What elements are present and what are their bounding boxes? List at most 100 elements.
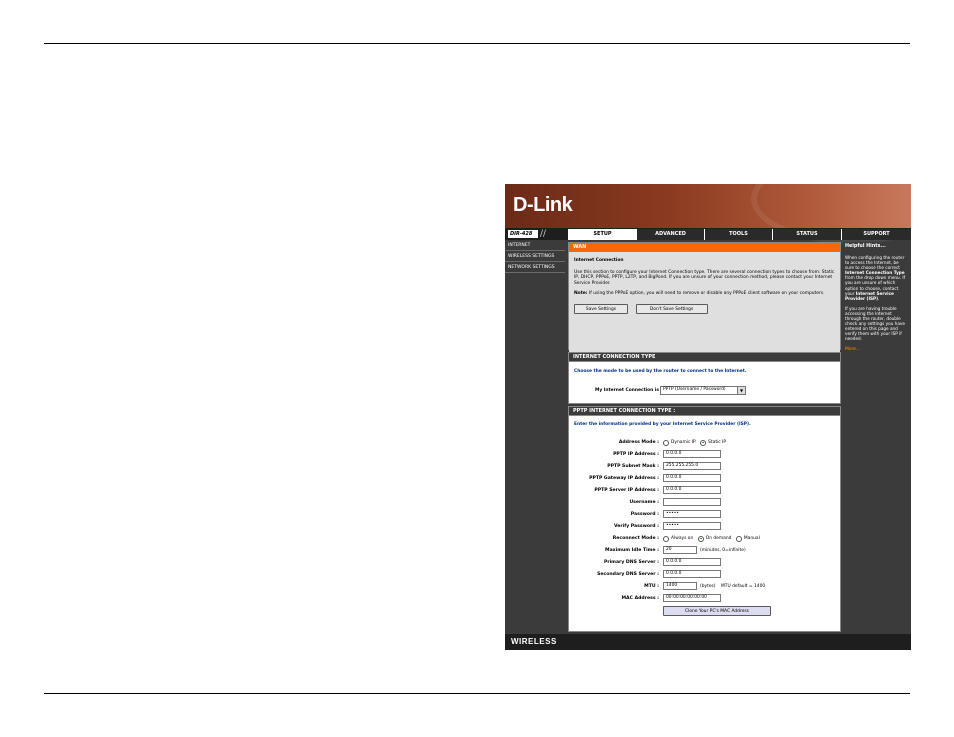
tab-tools[interactable]: TOOLS <box>704 229 772 240</box>
ip-input[interactable]: 0.0.0.0 <box>663 450 721 458</box>
mask-label: PPTP Subnet Mask : <box>607 464 659 469</box>
username-input[interactable] <box>663 498 721 506</box>
static-ip-label: Static IP <box>708 440 727 445</box>
footer-label: WIRELESS <box>511 637 557 646</box>
mtu-label: MTU : <box>644 584 659 589</box>
pptp-section: PPTP INTERNET CONNECTION TYPE : Enter th… <box>568 406 841 632</box>
idle-row: Maximum Idle Time : 20 (minutes, 0=infin… <box>569 546 842 555</box>
sidebar-item-internet[interactable]: INTERNET <box>505 240 565 251</box>
helpful-hints-panel: Helpful Hints... When configuring the ro… <box>843 242 911 632</box>
verify-input[interactable]: ••••• <box>663 522 721 530</box>
gateway-row: PPTP Gateway IP Address : 0.0.0.0 <box>569 474 842 483</box>
ip-row: PPTP IP Address : 0.0.0.0 <box>569 450 842 459</box>
router-ui-screenshot: D-Link DIR-428 // SETUP ADVANCED TOOLS S… <box>505 184 911 650</box>
pptp-title: PPTP INTERNET CONNECTION TYPE : <box>569 407 840 416</box>
banner: D-Link <box>505 184 911 244</box>
hints-text: . <box>878 295 880 301</box>
mtu-row: MTU : 1400 (bytes) MTU default = 1400 <box>569 582 842 591</box>
mask-row: PPTP Subnet Mask : 255.255.255.0 <box>569 462 842 471</box>
dynamic-ip-radio[interactable] <box>663 439 669 446</box>
mtu-unit: (bytes) <box>700 584 716 589</box>
always-on-radio[interactable] <box>663 535 669 542</box>
server-row: PPTP Server IP Address : 0.0.0.0 <box>569 486 842 495</box>
hints-text: When configuring the router to access th… <box>845 255 905 271</box>
connection-type-section: INTERNET CONNECTION TYPE Choose the mode… <box>568 352 841 404</box>
chevron-down-icon[interactable]: ▼ <box>737 387 745 394</box>
bottom-rule <box>44 693 910 694</box>
idle-unit: (minutes, 0=infinite) <box>700 548 746 553</box>
server-label: PPTP Server IP Address : <box>594 488 659 493</box>
mtu-input[interactable]: 1400 <box>663 582 697 590</box>
model-label: DIR-428 <box>508 230 538 238</box>
dns2-input[interactable]: 0.0.0.0 <box>663 570 721 578</box>
reconnect-options: Always on On demand Manual <box>663 534 763 544</box>
hints-paragraph-2: If you are having trouble accessing the … <box>845 305 905 342</box>
mac-row: MAC Address : 00:00:00:00:00:00 <box>569 594 842 603</box>
dns1-label: Primary DNS Server : <box>603 560 659 565</box>
manual-radio[interactable] <box>735 535 742 542</box>
reconnect-row: Reconnect Mode : Always on On demand Man… <box>569 534 842 543</box>
hints-title: Helpful Hints... <box>845 244 886 249</box>
password-label: Password : <box>630 512 659 517</box>
address-mode-options: Dynamic IP Static IP <box>663 438 729 448</box>
on-demand-label: On demand <box>705 536 732 541</box>
verify-row: Verify Password : ••••• <box>569 522 842 531</box>
on-demand-radio[interactable] <box>697 535 704 542</box>
mask-input[interactable]: 255.255.255.0 <box>663 462 721 470</box>
wan-note-text: If using the PPPoE option, you will need… <box>587 291 825 297</box>
wan-description: Use this section to configure your Inter… <box>574 269 835 286</box>
always-on-label: Always on <box>671 536 694 541</box>
connection-type-prompt: Choose the mode to be used by the router… <box>574 369 747 374</box>
save-settings-button[interactable]: Save Settings <box>574 303 628 314</box>
clone-mac-button[interactable]: Clone Your PC's MAC Address <box>663 606 771 616</box>
wan-section: WAN Internet Connection Use this section… <box>568 242 841 358</box>
dlink-logo: D-Link <box>513 194 573 216</box>
mac-label: MAC Address : <box>621 596 659 601</box>
top-rule <box>44 43 910 44</box>
dns2-label: Secondary DNS Server : <box>597 572 659 577</box>
username-label: Username : <box>629 500 659 505</box>
reconnect-label: Reconnect Mode : <box>612 536 659 541</box>
sidebar-item-network-settings[interactable]: NETWORK SETTINGS <box>505 262 565 273</box>
server-input[interactable]: 0.0.0.0 <box>663 486 721 494</box>
connection-type-title: INTERNET CONNECTION TYPE <box>569 353 840 362</box>
dns1-input[interactable]: 0.0.0.0 <box>663 558 721 566</box>
tab-status[interactable]: STATUS <box>772 229 841 240</box>
dns1-row: Primary DNS Server : 0.0.0.0 <box>569 558 842 567</box>
main-content: WAN Internet Connection Use this section… <box>568 242 841 632</box>
idle-input[interactable]: 20 <box>663 546 697 554</box>
mtu-default: MTU default = 1400 <box>721 584 766 589</box>
password-input[interactable]: ••••• <box>663 510 721 518</box>
username-row: Username : <box>569 498 842 507</box>
sidebar: INTERNET WIRELESS SETTINGS NETWORK SETTI… <box>505 240 565 634</box>
password-row: Password : ••••• <box>569 510 842 519</box>
dynamic-ip-label: Dynamic IP <box>671 440 696 445</box>
gateway-label: PPTP Gateway IP Address : <box>589 476 659 481</box>
static-ip-radio[interactable] <box>700 439 707 446</box>
manual-label: Manual <box>743 536 760 541</box>
wan-body: Internet Connection Use this section to … <box>569 252 840 358</box>
footer-bar: WIRELESS <box>505 634 911 650</box>
nav-bar: DIR-428 // SETUP ADVANCED TOOLS STATUS S… <box>505 228 911 240</box>
verify-label: Verify Password : <box>613 524 659 529</box>
mac-input[interactable]: 00:00:00:00:00:00 <box>663 594 721 602</box>
tab-setup[interactable]: SETUP <box>568 229 636 240</box>
connection-type-selected: PPTP (Username / Password) <box>663 387 726 392</box>
tab-advanced[interactable]: ADVANCED <box>636 229 704 240</box>
gateway-input[interactable]: 0.0.0.0 <box>663 474 721 482</box>
address-mode-label: Address Mode : <box>618 440 659 445</box>
hints-more-link[interactable]: More... <box>845 347 909 352</box>
wan-buttons: Save Settings Don't Save Settings <box>574 303 835 314</box>
ip-label: PPTP IP Address : <box>613 452 659 457</box>
hints-paragraph-1: When configuring the router to access th… <box>845 255 909 301</box>
wan-note-label: Note: <box>574 291 588 297</box>
dont-save-settings-button[interactable]: Don't Save Settings <box>635 303 708 314</box>
address-mode-row: Address Mode : Dynamic IP Static IP <box>569 438 842 447</box>
dns2-row: Secondary DNS Server : 0.0.0.0 <box>569 570 842 579</box>
connection-type-select[interactable]: PPTP (Username / Password) ▼ <box>660 386 746 395</box>
wan-heading: Internet Connection <box>574 258 624 263</box>
pptp-prompt: Enter the information provided by your I… <box>574 422 751 427</box>
idle-label: Maximum Idle Time : <box>605 548 659 553</box>
tab-support[interactable]: SUPPORT <box>841 229 911 240</box>
sidebar-item-wireless-settings[interactable]: WIRELESS SETTINGS <box>505 251 565 262</box>
